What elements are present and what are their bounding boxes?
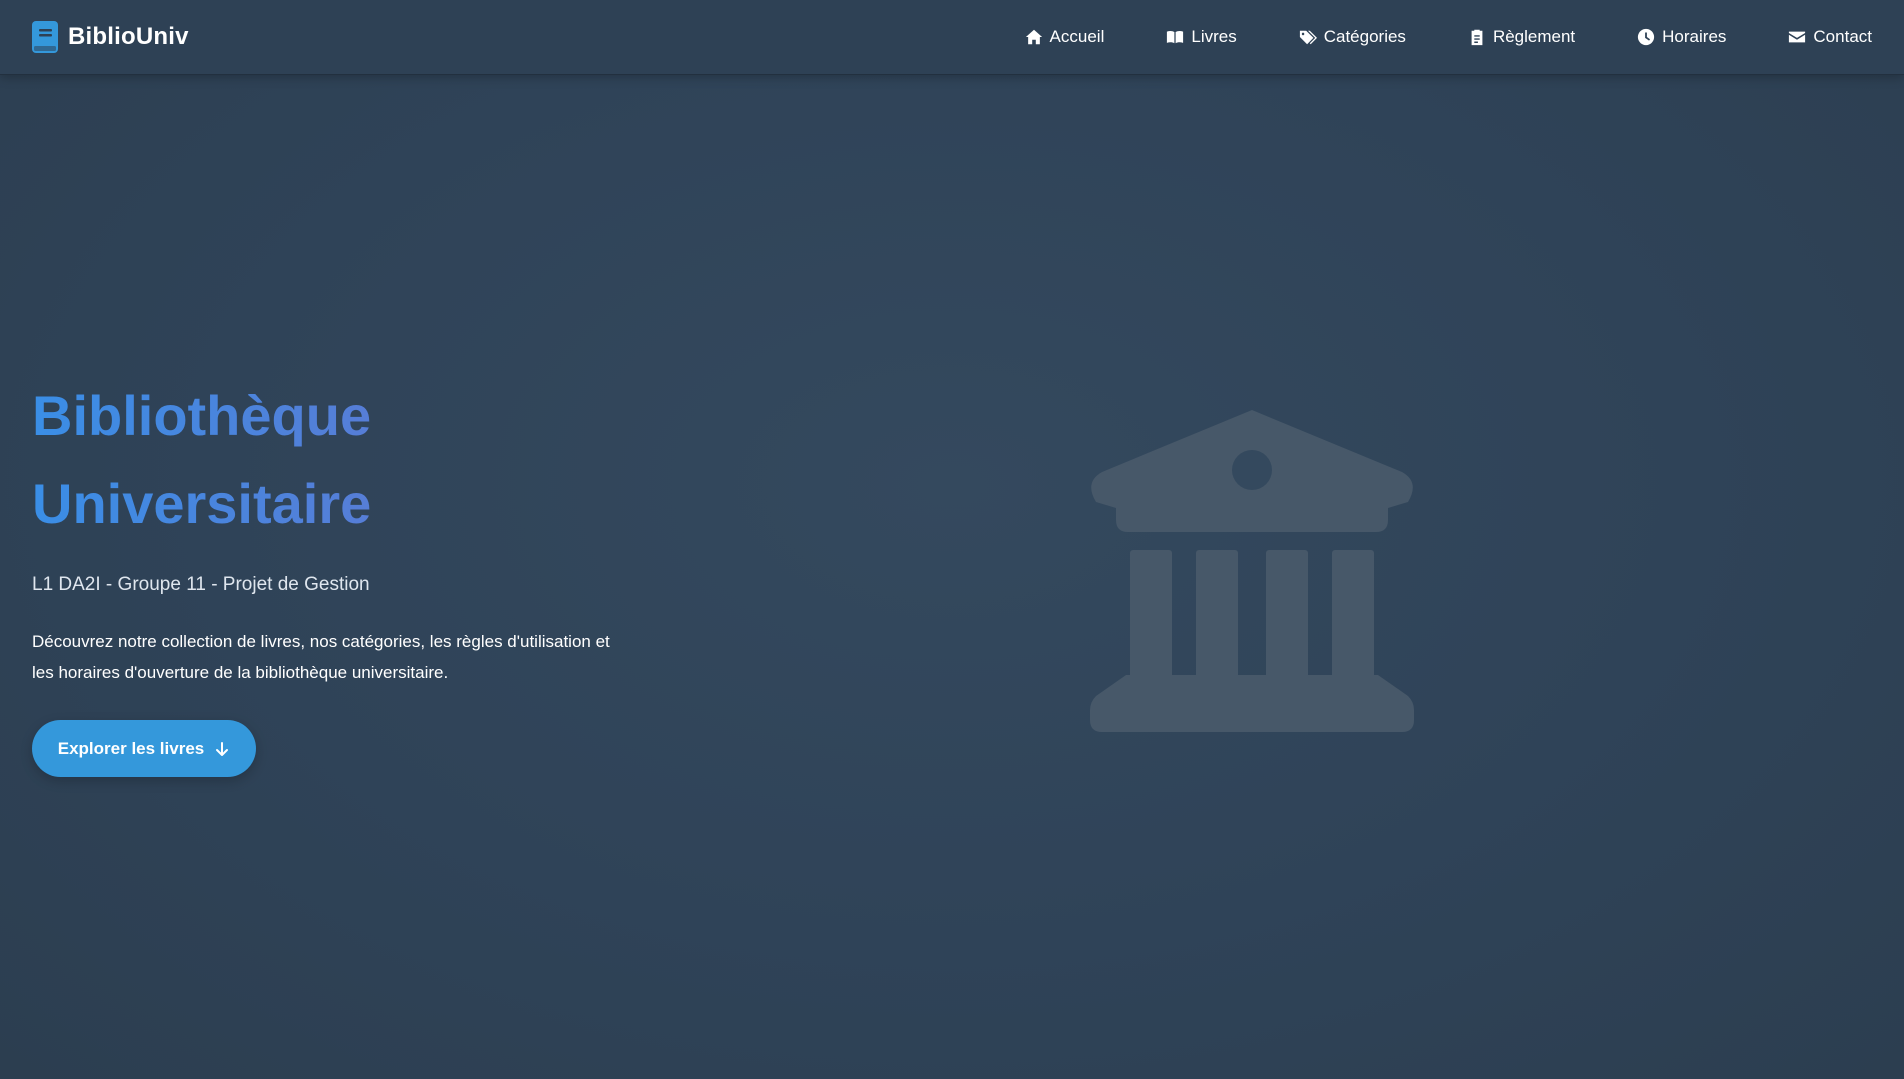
hero-description-line2: les horaires d'ouverture de la bibliothè… xyxy=(32,663,449,682)
hero-title-line1: Bibliothèque xyxy=(32,384,372,447)
nav-item-label: Catégories xyxy=(1323,27,1406,46)
tags-icon xyxy=(1299,30,1317,45)
nav-item-horaires[interactable]: Horaires xyxy=(1637,27,1726,47)
nav-item-label: Règlement xyxy=(1492,27,1576,46)
hero-subtitle: L1 DA2I - Groupe 11 - Projet de Gestion xyxy=(32,574,370,595)
explore-books-button[interactable]: Explorer les livres xyxy=(32,720,256,777)
nav-item-label: Accueil xyxy=(1049,27,1105,46)
brand-name: BiblioUniv xyxy=(68,23,189,50)
hero-content: Bibliothèque Universitaire L1 DA2I - Gro… xyxy=(32,372,672,688)
nav-item-contact[interactable]: Contact xyxy=(1788,27,1872,47)
nav-item-categories[interactable]: Catégories xyxy=(1299,27,1406,47)
page: BiblioUniv Accueil Livres Catégories Règ… xyxy=(0,0,1904,1079)
brand-link[interactable]: BiblioUniv xyxy=(32,21,189,53)
arrow-down-icon xyxy=(216,741,229,756)
navbar: BiblioUniv Accueil Livres Catégories Règ… xyxy=(0,0,1904,75)
hero-title-line2: Universitaire xyxy=(32,472,372,535)
nav-item-label: Contact xyxy=(1813,27,1872,46)
nav-item-accueil[interactable]: Accueil xyxy=(1025,27,1105,47)
nav-item-reglement[interactable]: Règlement xyxy=(1468,27,1575,47)
hero-title: Bibliothèque Universitaire xyxy=(32,372,672,548)
main-nav: Accueil Livres Catégories Règlement Hora… xyxy=(963,27,1872,47)
nav-item-livres[interactable]: Livres xyxy=(1166,27,1237,47)
nav-item-label: Livres xyxy=(1191,27,1237,46)
envelope-icon xyxy=(1789,31,1806,43)
nav-item-label: Horaires xyxy=(1662,27,1727,46)
building-columns-icon xyxy=(1090,410,1414,734)
clipboard-icon xyxy=(1471,29,1483,46)
open-book-icon xyxy=(1167,30,1184,44)
explore-books-label: Explorer les livres xyxy=(57,738,205,758)
home-icon xyxy=(1025,29,1042,45)
hero-description-line1: Découvrez notre collection de livres, no… xyxy=(32,632,610,651)
hero-description: Découvrez notre collection de livres, no… xyxy=(32,626,652,688)
clock-icon xyxy=(1638,28,1655,46)
book-icon xyxy=(32,21,58,53)
